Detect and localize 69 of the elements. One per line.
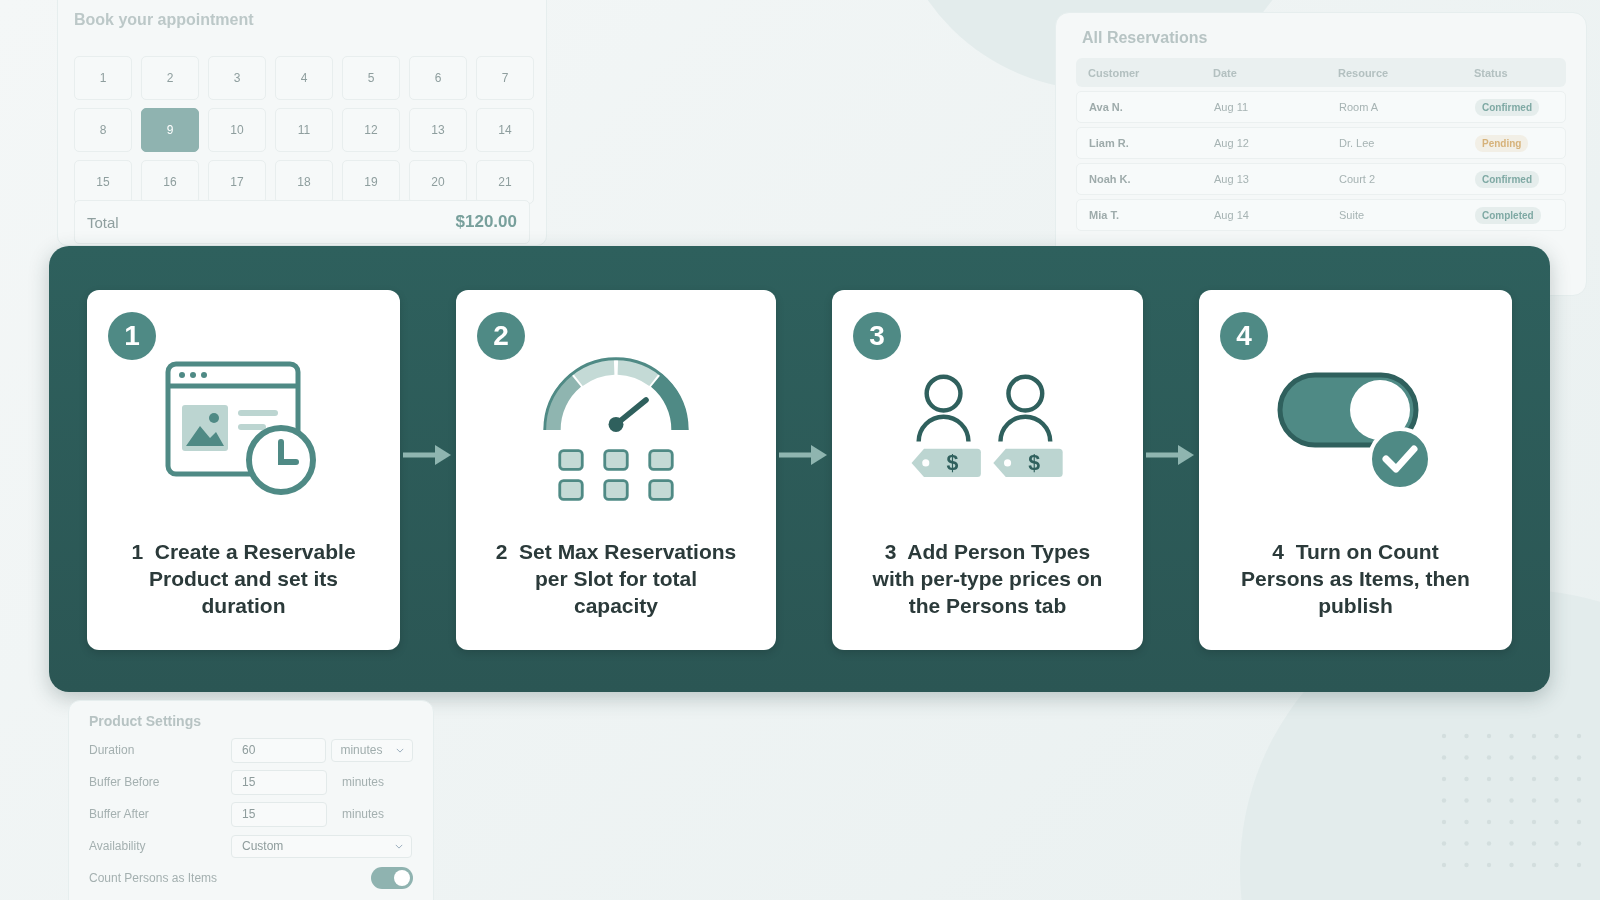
card-title: Book your appointment bbox=[74, 11, 255, 29]
table-cell-text: Aug 13 bbox=[1214, 173, 1250, 185]
unit-label: minutes bbox=[342, 807, 385, 821]
table-cell-text: Court 2 bbox=[1339, 173, 1377, 185]
chevron-icon bbox=[395, 843, 403, 849]
calendar-day[interactable]: 11 bbox=[275, 108, 333, 152]
calendar-day[interactable]: 4 bbox=[275, 56, 333, 100]
table-cell-text: Noah K. bbox=[1089, 173, 1132, 185]
field-label: Count Persons as Items bbox=[89, 871, 219, 885]
arrow-icon bbox=[779, 443, 829, 467]
price-tag: $ bbox=[911, 448, 981, 478]
price-tag: $ bbox=[992, 448, 1063, 478]
calendar-day[interactable]: 2 bbox=[141, 56, 199, 100]
table-row[interactable]: Liam R. Aug 12 Dr. Lee Pending bbox=[1076, 127, 1566, 159]
toggle-switch[interactable] bbox=[371, 867, 413, 889]
step-description: 1 Create a Reservable Product and set its duration bbox=[130, 539, 357, 619]
step-description: 3 Add Person Types with per-type prices on the Persons tab bbox=[871, 539, 1104, 619]
table-row[interactable]: Mia T. Aug 14 Suite Completed bbox=[1076, 199, 1566, 231]
card-title: Product Settings bbox=[89, 713, 202, 729]
calendar-day[interactable]: 14 bbox=[476, 108, 534, 152]
table-cell-text: Mia T. bbox=[1089, 209, 1120, 221]
calendar-day[interactable]: 5 bbox=[342, 56, 400, 100]
status-tag: Completed bbox=[1475, 207, 1541, 224]
table-cell-text: Dr. Lee bbox=[1339, 137, 1376, 149]
calendar-day[interactable]: 12 bbox=[342, 108, 400, 152]
table-cell-text: Ava N. bbox=[1089, 101, 1124, 113]
table-cell-text: Aug 12 bbox=[1214, 137, 1250, 149]
arrow-icon bbox=[1146, 443, 1196, 467]
input-field[interactable]: 15 bbox=[231, 769, 327, 795]
table-row[interactable]: Noah K. Aug 13 Court 2 Confirmed bbox=[1076, 163, 1566, 195]
chevron-icon bbox=[396, 747, 404, 753]
step-description: 2 Set Max Reservations per Slot for total capacity bbox=[494, 539, 738, 619]
calendar-day[interactable]: 13 bbox=[409, 108, 467, 152]
field-label: Buffer After bbox=[89, 807, 150, 821]
calendar-day[interactable]: 3 bbox=[208, 56, 266, 100]
step-number-badge: 3 bbox=[853, 312, 901, 360]
step-number-badge: 1 bbox=[108, 312, 156, 360]
arrow-icon bbox=[403, 443, 453, 467]
table-cell-text: Liam R. bbox=[1089, 137, 1130, 149]
calendar-day[interactable]: 9 bbox=[141, 108, 199, 152]
field-label: Duration bbox=[89, 743, 136, 757]
calendar-day[interactable]: 6 bbox=[409, 56, 467, 100]
status-tag: Pending bbox=[1475, 135, 1529, 152]
calendar-day[interactable]: 8 bbox=[74, 108, 132, 152]
step-number-badge: 4 bbox=[1220, 312, 1268, 360]
dropdown[interactable]: Custom bbox=[231, 834, 412, 858]
calendar-day[interactable]: 21 bbox=[476, 160, 534, 204]
unit-label: minutes bbox=[342, 775, 385, 789]
table-cell-text: Room A bbox=[1339, 101, 1380, 113]
table-cell-text: Suite bbox=[1339, 209, 1366, 221]
input-field[interactable]: 15 bbox=[231, 801, 327, 827]
total-label: Total bbox=[87, 213, 119, 231]
calendar-day[interactable]: 10 bbox=[208, 108, 266, 152]
calendar-day[interactable]: 1 bbox=[74, 56, 132, 100]
step-description: 4 Turn on Count Persons as Items, then publish bbox=[1240, 539, 1471, 619]
table-cell-text: Aug 11 bbox=[1214, 101, 1250, 113]
field-label: Availability bbox=[89, 839, 147, 853]
table-row[interactable]: Ava N. Aug 11 Room A Confirmed bbox=[1076, 91, 1566, 123]
field-label: Buffer Before bbox=[89, 775, 161, 789]
status-tag: Confirmed bbox=[1475, 99, 1539, 116]
calendar-day[interactable]: 15 bbox=[74, 160, 132, 204]
table-cell-text: Aug 14 bbox=[1214, 209, 1250, 221]
calendar-day[interactable]: 7 bbox=[476, 56, 534, 100]
card-title: All Reservations bbox=[1082, 29, 1209, 47]
input-field[interactable]: 60 bbox=[231, 737, 327, 763]
total-amount: $120.00 bbox=[455, 212, 517, 232]
step-number-badge: 2 bbox=[477, 312, 525, 360]
status-tag: Confirmed bbox=[1475, 171, 1539, 188]
unit-dropdown[interactable]: minutes bbox=[331, 738, 413, 762]
